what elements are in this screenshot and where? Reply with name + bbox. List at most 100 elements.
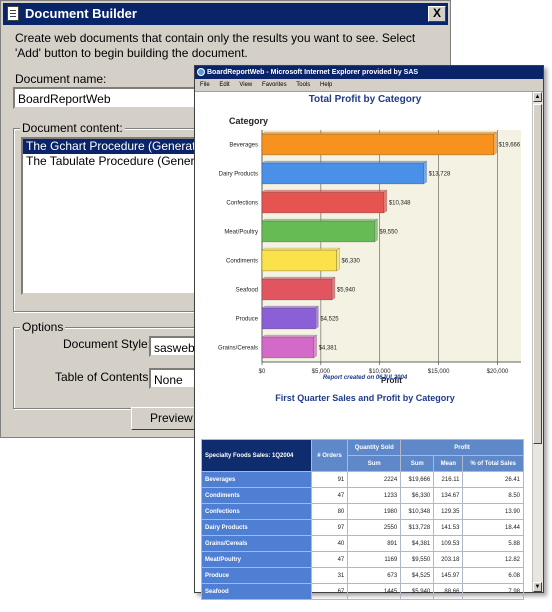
browser-menubar: File Edit View Favorites Tools Help: [195, 79, 543, 92]
profit-header: Profit: [400, 439, 524, 456]
bar-top: [261, 334, 318, 338]
value-label: $19,666: [499, 143, 521, 149]
profit-mean-cell: 141.53: [433, 519, 464, 536]
profit-pct-cell: 7.98: [462, 583, 524, 600]
bar-top: [261, 189, 388, 193]
quantity-sum-header: Sum: [347, 455, 402, 472]
profit-mean-cell: 203.18: [433, 551, 464, 568]
bar: [261, 307, 316, 330]
menu-favorites[interactable]: Favorites: [262, 82, 287, 88]
category-label: Dairy Products: [219, 172, 258, 178]
orders-header: # Orders: [310, 439, 349, 472]
table-row: Confections 80 1980 $10,348 129.35 13.90: [201, 503, 524, 520]
row-category: Condiments: [201, 487, 312, 504]
bar-top: [261, 247, 341, 251]
value-label: $6,330: [342, 259, 361, 265]
vertical-scrollbar[interactable]: ▲ ▼: [532, 92, 543, 592]
browser-window: BoardReportWeb - Microsoft Internet Expl…: [194, 65, 544, 600]
profit-bar-chart: $0 $5,000 $10,000 $15,000 $20,000Beverages $1…: [218, 130, 521, 385]
profit-mean-cell: 134.67: [433, 487, 464, 504]
table-of-contents-label: Table of Contents:: [55, 370, 152, 384]
list-item[interactable]: The Tabulate Procedure (Generated: [23, 154, 209, 169]
profit-pct-cell: 5.88: [462, 535, 524, 552]
bar: [261, 191, 384, 214]
profit-mean-cell: 145.97: [433, 567, 464, 584]
list-item[interactable]: The Gchart Procedure (Generated f: [23, 139, 209, 154]
bar-side: [423, 160, 427, 185]
quantity-header: Quantity Sold: [347, 439, 402, 456]
quantity-cell: 2550: [347, 519, 402, 536]
row-category: Seafood: [201, 583, 312, 600]
orders-cell: 91: [310, 471, 349, 488]
quantity-cell: 1980: [347, 503, 402, 520]
document-content-list[interactable]: The Gchart Procedure (Generated f The Ta…: [21, 137, 211, 295]
row-category: Dairy Products: [201, 519, 312, 536]
report-created-note: Report created on 06JUL2004: [322, 375, 408, 381]
document-name-input[interactable]: BoardReportWeb: [13, 87, 213, 109]
category-label: Produce: [236, 317, 259, 323]
table-row: Dairy Products 97 2550 $13,728 141.53 18.44: [201, 519, 524, 536]
table-row: Beverages 91 2224 $19,666 216.11 26.41: [201, 471, 524, 488]
menu-tools[interactable]: Tools: [296, 82, 310, 88]
scroll-up-icon[interactable]: ▲: [533, 92, 542, 102]
category-label: Meat/Poultry: [224, 230, 258, 236]
quantity-cell: 891: [347, 535, 402, 552]
row-category: Produce: [201, 567, 312, 584]
value-label: $4,525: [320, 317, 339, 323]
close-icon[interactable]: X: [428, 6, 446, 22]
table-row: Seafood 67 1445 $5,940 88.66 7.98: [201, 583, 524, 600]
profit-sum-header: Sum: [400, 455, 435, 472]
value-label: $9,550: [379, 230, 398, 236]
browser-title: BoardReportWeb - Microsoft Internet Expl…: [207, 69, 419, 76]
preview-button[interactable]: Preview: [131, 407, 201, 430]
table-row: Meat/Poultry 47 1169 $9,550 203.18 12.82: [201, 551, 524, 568]
table-row: Grains/Cereals 40 891 $4,381 109.53 5.88: [201, 535, 524, 552]
profit-pct-cell: 18.44: [462, 519, 524, 536]
scroll-down-icon[interactable]: ▼: [533, 582, 542, 592]
category-label: Confections: [226, 201, 258, 207]
menu-edit[interactable]: Edit: [219, 82, 229, 88]
profit-sum-cell: $5,940: [400, 583, 435, 600]
bar-top: [261, 160, 428, 164]
row-category: Meat/Poultry: [201, 551, 312, 568]
table-row: Produce 31 673 $4,525 145.97 6.08: [201, 567, 524, 584]
chart-title: Total Profit by Category: [308, 94, 422, 105]
browser-titlebar[interactable]: BoardReportWeb - Microsoft Internet Expl…: [195, 66, 543, 79]
profit-sum-cell: $19,666: [400, 471, 435, 488]
ie-logo-icon: [197, 68, 205, 76]
orders-cell: 47: [310, 551, 349, 568]
bar-top: [261, 305, 319, 309]
value-label: $5,940: [337, 288, 356, 294]
value-label: $4,381: [319, 346, 338, 352]
bar-side: [493, 131, 497, 156]
profit-pct-cell: 13.90: [462, 503, 524, 520]
category-label: Condiments: [226, 259, 258, 265]
document-name-label: Document name:: [15, 72, 107, 86]
bar: [261, 133, 494, 156]
quantity-cell: 2224: [347, 471, 402, 488]
bar: [261, 162, 424, 185]
bar: [261, 220, 375, 243]
profit-mean-cell: 129.35: [433, 503, 464, 520]
browser-content: Total Profit by Category Category $0 $5,0…: [195, 92, 533, 600]
scroll-thumb[interactable]: [533, 104, 542, 444]
profit-mean-cell: 88.66: [433, 583, 464, 600]
profit-pct-cell: 8.50: [462, 487, 524, 504]
profit-mean-cell: 216.11: [433, 471, 464, 488]
bar-side: [331, 276, 336, 301]
bar-top: [261, 218, 378, 222]
menu-file[interactable]: File: [200, 82, 210, 88]
profit-sum-cell: $9,550: [400, 551, 435, 568]
row-category: Beverages: [201, 471, 312, 488]
dialog-titlebar[interactable]: Document Builder X: [3, 3, 448, 25]
profit-pct-cell: 26.41: [462, 471, 524, 488]
menu-help[interactable]: Help: [320, 82, 332, 88]
value-label: $10,348: [389, 201, 411, 207]
document-icon: [7, 6, 19, 21]
quantity-cell: 1445: [347, 583, 402, 600]
menu-view[interactable]: View: [239, 82, 252, 88]
row-category: Grains/Cereals: [201, 535, 312, 552]
options-label: Options: [20, 320, 66, 334]
bar: [261, 336, 314, 359]
orders-cell: 97: [310, 519, 349, 536]
